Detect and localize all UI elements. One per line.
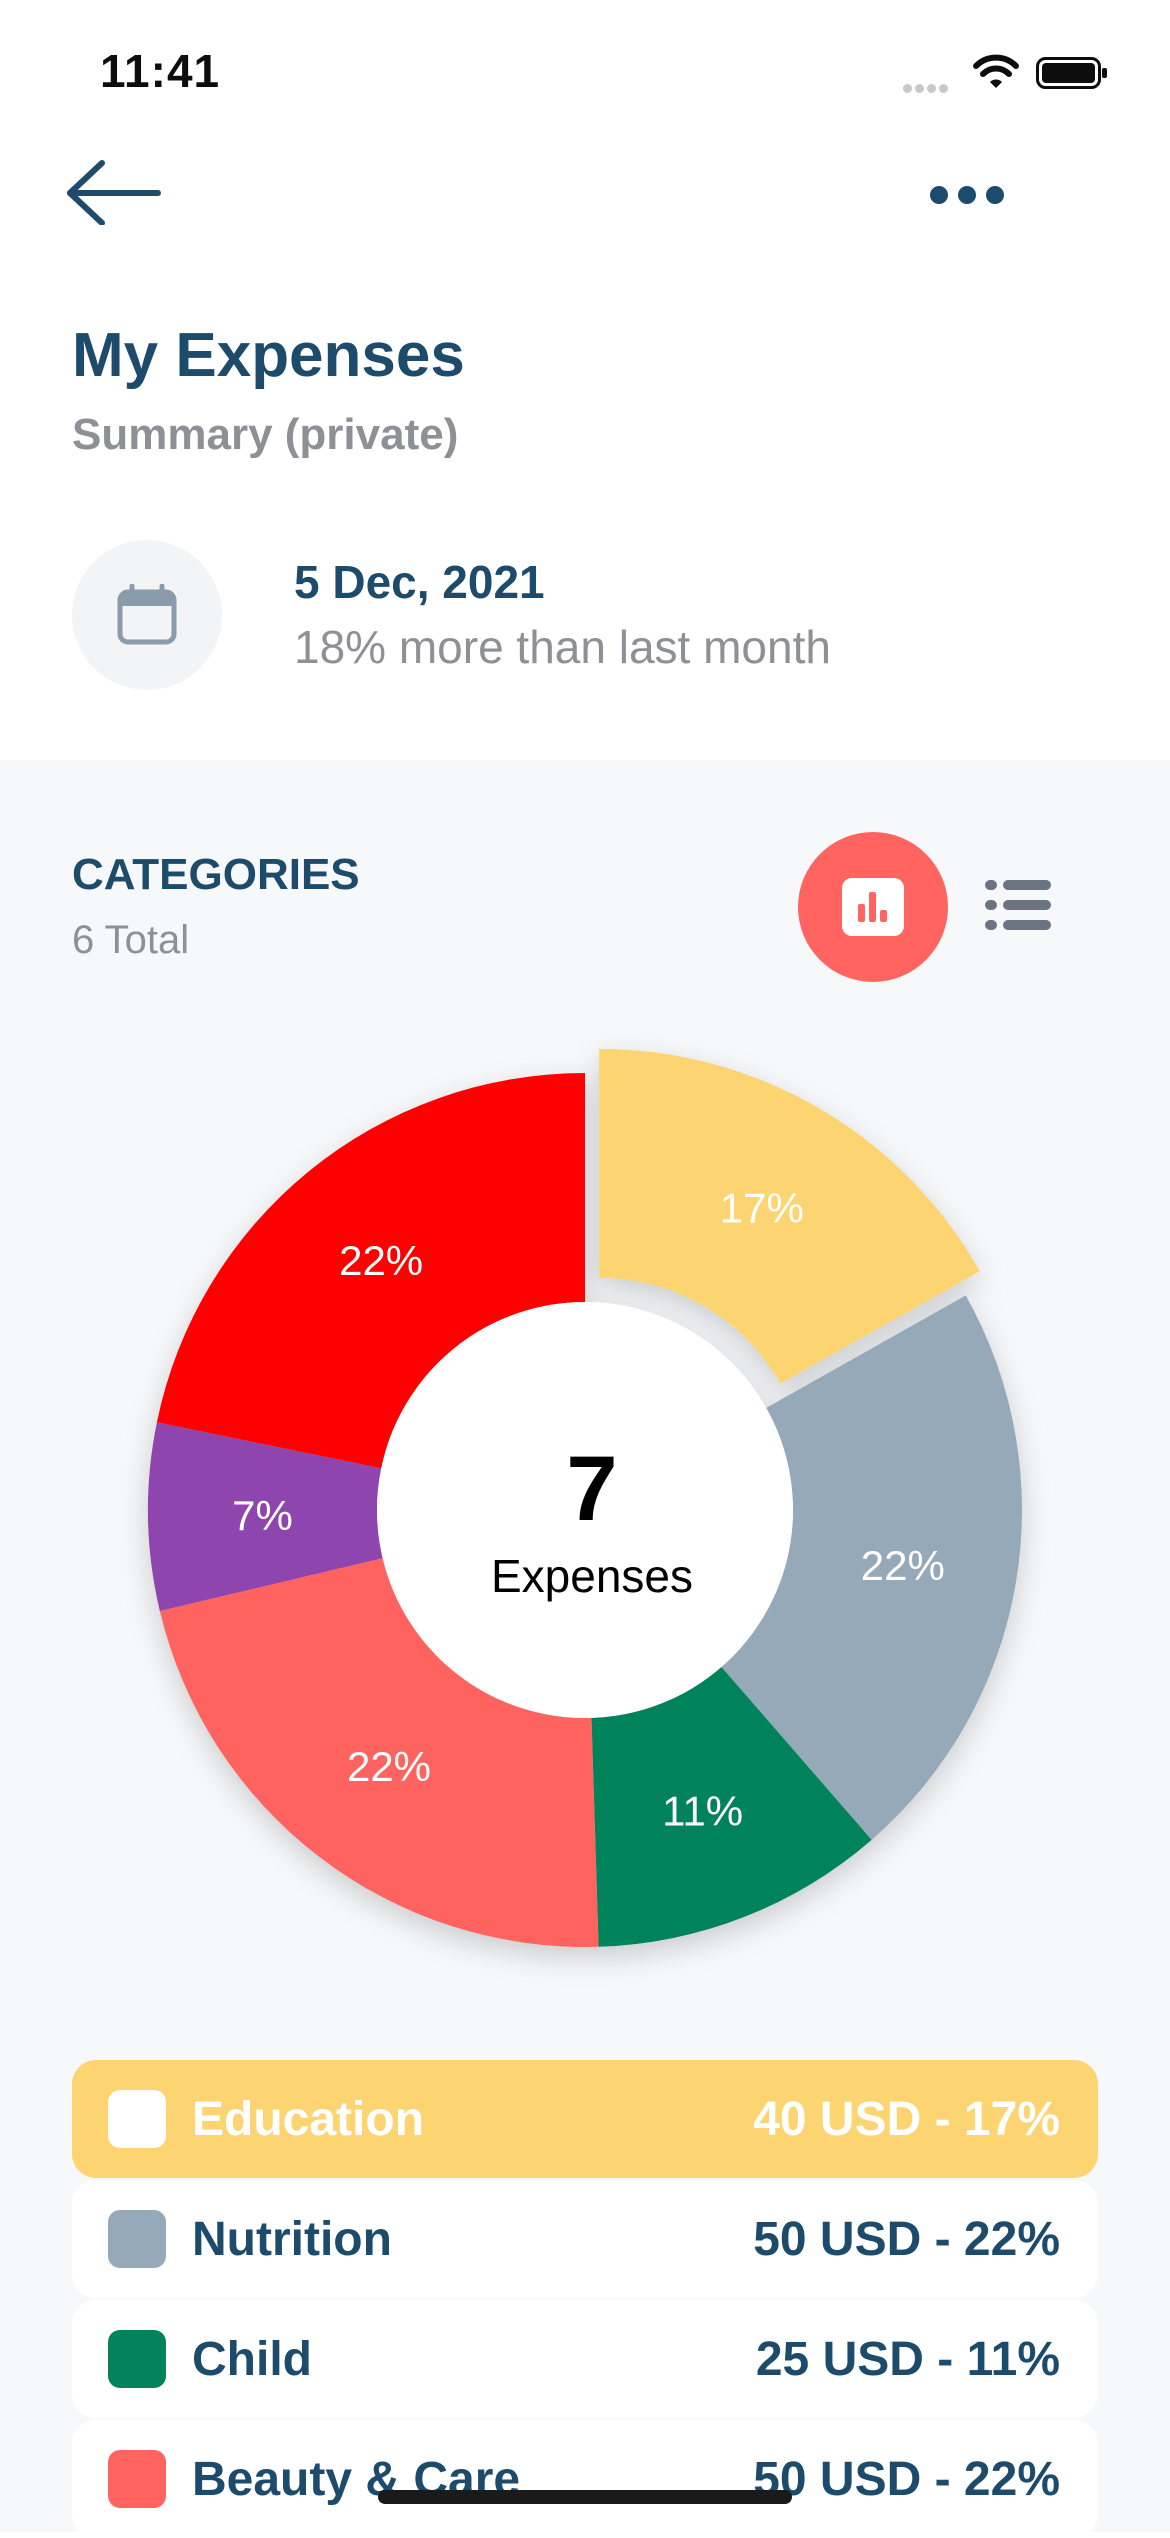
list-view-button[interactable]	[985, 880, 1055, 936]
chart-view-button[interactable]	[798, 832, 948, 982]
slice-label: 22%	[861, 1542, 945, 1589]
chart-center-value: 7	[566, 1438, 617, 1540]
legend-name: Education	[192, 2093, 425, 2146]
page-subtitle: Summary (private)	[72, 410, 459, 459]
categories-total: 6 Total	[72, 918, 190, 962]
wifi-icon	[973, 54, 1019, 95]
battery-icon	[1036, 57, 1108, 89]
chart-center-label: Expenses	[491, 1550, 693, 1602]
legend-swatch	[108, 2090, 166, 2148]
legend-item-nutrition[interactable]: Nutrition 50 USD - 22%	[72, 2180, 1098, 2298]
legend-item-education[interactable]: Education 40 USD - 17%	[72, 2060, 1098, 2178]
more-horizontal-icon	[930, 170, 1050, 209]
expenses-donut-chart: 17% 22% 11% 22% 7% 22% 7 Expenses	[147, 1048, 1022, 1947]
arrow-left-icon	[67, 160, 161, 226]
summary-date: 5 Dec, 2021	[294, 556, 545, 608]
cellular-signal-icon	[903, 80, 957, 93]
legend-amount: 50 USD - 22%	[753, 2213, 1060, 2266]
home-indicator	[378, 2490, 792, 2504]
legend-name: Nutrition	[192, 2213, 392, 2266]
legend-swatch	[108, 2450, 166, 2508]
legend-amount: 40 USD - 17%	[753, 2093, 1060, 2146]
legend-name: Child	[192, 2333, 312, 2386]
categories-title: CATEGORIES	[72, 850, 360, 899]
calendar-icon	[117, 584, 177, 645]
slice-label: 11%	[662, 1787, 743, 1834]
legend-swatch	[108, 2210, 166, 2268]
legend-item-child[interactable]: Child 25 USD - 11%	[72, 2300, 1098, 2418]
slice-label: 7%	[232, 1492, 293, 1539]
status-time: 11:41	[100, 45, 221, 97]
calendar-button[interactable]	[72, 540, 222, 690]
legend-amount: 25 USD - 11%	[755, 2333, 1060, 2386]
month-comparison: 18% more than last month	[294, 621, 831, 673]
legend-amount: 50 USD - 22%	[753, 2453, 1060, 2506]
legend-swatch	[108, 2330, 166, 2388]
slice-label: 17%	[720, 1184, 804, 1231]
back-button[interactable]	[64, 155, 184, 235]
more-options-button[interactable]	[930, 170, 1050, 220]
slice-label: 22%	[339, 1237, 423, 1284]
slice-label: 22%	[347, 1743, 431, 1790]
legend-item-beauty-care[interactable]: Beauty & Care 50 USD - 22%	[72, 2420, 1098, 2538]
page-title: My Expenses	[72, 321, 465, 390]
bar-chart-icon	[842, 878, 904, 936]
